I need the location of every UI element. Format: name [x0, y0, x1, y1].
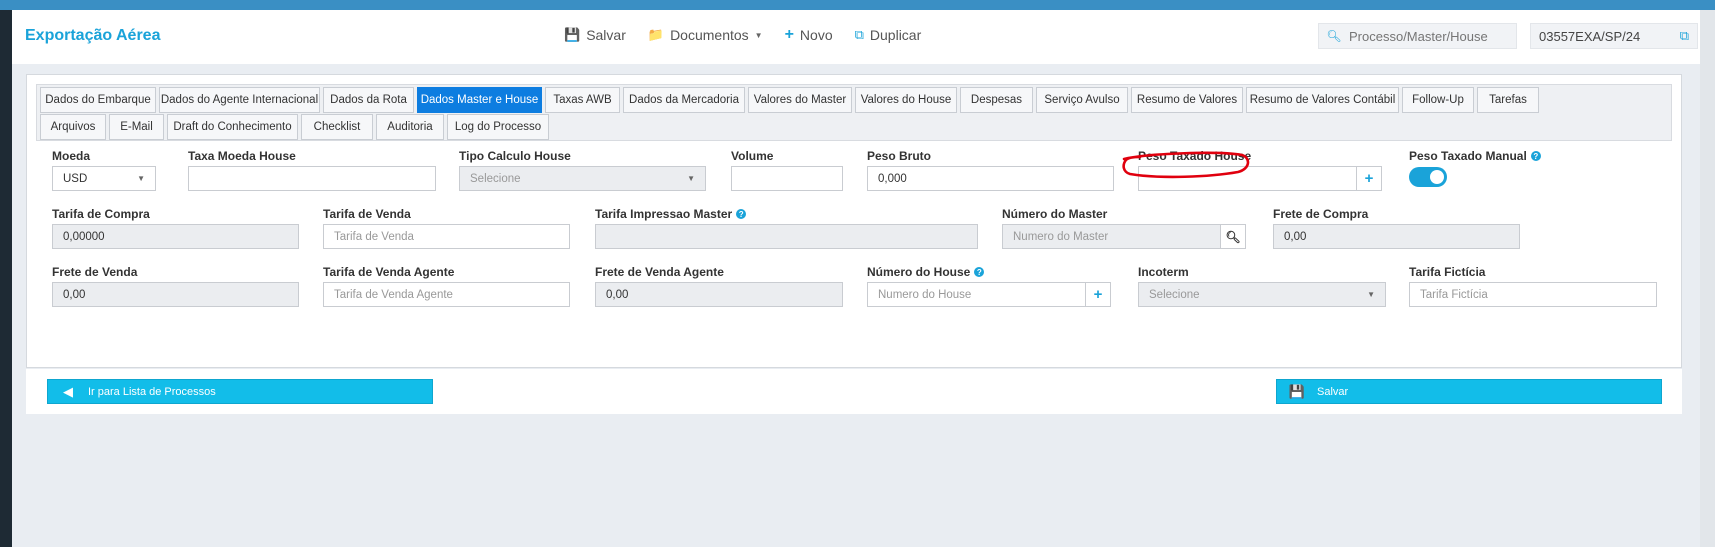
search-icon: 🔍︎ [1326, 29, 1342, 43]
peso-bruto-label: Peso Bruto [867, 149, 932, 163]
question-circle-icon: ? [974, 267, 985, 277]
incoterm-select[interactable]: Selecione ▼ [1138, 282, 1386, 307]
toggle-knob [1430, 170, 1444, 184]
form-panel: Dados do Embarque Dados do Agente Intern… [26, 74, 1682, 368]
plus-icon: + [784, 26, 794, 43]
copy-icon[interactable]: ⧉ [1680, 28, 1689, 44]
search-icon: 🔍︎ [1225, 229, 1241, 244]
tarifa-impressao-master-field [595, 224, 978, 249]
peso-taxado-manual-label: Peso Taxado Manual? [1409, 149, 1541, 163]
tab-dados-da-rota[interactable]: Dados da Rota [323, 87, 414, 113]
frete-venda-agente-label: Frete de Venda Agente [595, 265, 724, 279]
tab-taxas-awb[interactable]: Taxas AWB [545, 87, 620, 113]
process-number-field[interactable]: 03557EXA/SP/24 ⧉ [1530, 23, 1698, 49]
folder-icon: 📁 [647, 27, 665, 42]
new-button[interactable]: + Novo [785, 26, 833, 44]
tab-checklist[interactable]: Checklist [301, 114, 373, 140]
volume-label: Volume [731, 149, 774, 163]
caret-down-icon: ▼ [1367, 290, 1375, 299]
peso-bruto-input[interactable]: 0,000 [867, 166, 1114, 191]
tarifa-compra-label: Tarifa de Compra [52, 207, 150, 221]
tab-arquivos[interactable]: Arquivos [40, 114, 106, 140]
question-circle-icon: ? [1530, 151, 1541, 161]
tarifa-venda-input[interactable]: Tarifa de Venda [323, 224, 570, 249]
search-master-button[interactable]: 🔍︎ [1220, 224, 1246, 249]
save-button[interactable]: 💾 Salvar [1276, 379, 1662, 404]
tab-resumo-de-valores[interactable]: Resumo de Valores [1131, 87, 1243, 113]
right-scroll-area [1700, 10, 1715, 547]
tab-dados-do-embarque[interactable]: Dados do Embarque [40, 87, 156, 113]
tarifa-venda-agente-input[interactable]: Tarifa de Venda Agente [323, 282, 570, 307]
tipo-calculo-house-select[interactable]: Selecione ▼ [459, 166, 706, 191]
peso-taxado-house-input[interactable] [1138, 166, 1357, 191]
taxa-moeda-house-label: Taxa Moeda House [188, 149, 296, 163]
frete-venda-label: Frete de Venda [52, 265, 138, 279]
top-bar [0, 0, 1715, 10]
numero-master-field[interactable]: Numero do Master [1002, 224, 1221, 249]
frete-venda-field: 0,00 [52, 282, 299, 307]
tab-dados-da-mercadoria[interactable]: Dados da Mercadoria [623, 87, 745, 113]
numero-house-label: Número do House? [867, 265, 985, 279]
caret-down-icon: ▼ [754, 30, 763, 40]
copy-icon: ⧉ [854, 27, 864, 42]
process-search: 🔍︎ [1318, 23, 1517, 49]
save-toolbar-button[interactable]: 💾 Salvar [564, 26, 626, 44]
left-sidebar-strip [0, 10, 12, 547]
arrow-circle-left-icon: ◀ [63, 383, 73, 399]
tab-auditoria[interactable]: Auditoria [376, 114, 444, 140]
tarifa-venda-label: Tarifa de Venda [323, 207, 411, 221]
back-to-process-list-button[interactable]: ◀ Ir para Lista de Processos [47, 379, 433, 404]
documents-dropdown-button[interactable]: 📁 Documentos ▼ [648, 26, 763, 44]
moeda-select[interactable]: USD ▼ [52, 166, 156, 191]
tab-log-do-processo[interactable]: Log do Processo [447, 114, 549, 140]
numero-house-input[interactable]: Numero do House [867, 282, 1086, 307]
numero-master-label: Número do Master [1002, 207, 1108, 221]
add-peso-taxado-button[interactable]: + [1356, 166, 1382, 191]
floppy-disk-icon: 💾 [1288, 383, 1306, 399]
add-house-button[interactable]: + [1085, 282, 1111, 307]
tarifa-compra-field: 0,00000 [52, 224, 299, 249]
tab-e-mail[interactable]: E-Mail [109, 114, 164, 140]
tab-dados-do-agente-internacional[interactable]: Dados do Agente Internacional [159, 87, 320, 113]
frete-compra-label: Frete de Compra [1273, 207, 1369, 221]
incoterm-label: Incoterm [1138, 265, 1189, 279]
plus-icon: + [1364, 170, 1374, 187]
footer-bar: ◀ Ir para Lista de Processos 💾 Salvar [26, 369, 1682, 414]
tab-valores-do-house[interactable]: Valores do House [855, 87, 957, 113]
search-input[interactable] [1349, 28, 1514, 44]
tab-bar: Dados do Embarque Dados do Agente Intern… [36, 84, 1672, 141]
caret-down-icon: ▼ [137, 174, 145, 183]
tab-draft-do-conhecimento[interactable]: Draft do Conhecimento [167, 114, 298, 140]
tarifa-ficticia-input[interactable]: Tarifa Fictícia [1409, 282, 1657, 307]
floppy-disk-icon: 💾 [564, 27, 581, 42]
duplicate-button[interactable]: ⧉ Duplicar [855, 26, 922, 44]
page-header: Exportação Aérea 💾 Salvar 📁 Documentos ▼… [12, 10, 1700, 64]
tab-tarefas[interactable]: Tarefas [1477, 87, 1539, 113]
question-circle-icon: ? [736, 209, 747, 219]
tab-dados-master-e-house[interactable]: Dados Master e House [417, 87, 542, 113]
plus-icon: + [1093, 286, 1103, 303]
taxa-moeda-house-input[interactable] [188, 166, 436, 191]
moeda-label: Moeda [52, 149, 91, 163]
frete-compra-field: 0,00 [1273, 224, 1520, 249]
tab-resumo-de-valores-contabil[interactable]: Resumo de Valores Contábil [1246, 87, 1399, 113]
tarifa-ficticia-label: Tarifa Fictícia [1409, 265, 1486, 279]
tab-valores-do-master[interactable]: Valores do Master [748, 87, 852, 113]
frete-venda-agente-field: 0,00 [595, 282, 843, 307]
tab-follow-up[interactable]: Follow-Up [1402, 87, 1474, 113]
toolbar: 💾 Salvar 📁 Documentos ▼ + Novo ⧉ Duplica… [564, 26, 921, 44]
peso-taxado-house-label: Peso Taxado House [1138, 149, 1252, 163]
page-title: Exportação Aérea [25, 27, 161, 44]
tab-servico-avulso[interactable]: Serviço Avulso [1036, 87, 1128, 113]
volume-input[interactable] [731, 166, 843, 191]
peso-taxado-manual-toggle[interactable] [1409, 167, 1447, 187]
tarifa-venda-agente-label: Tarifa de Venda Agente [323, 265, 455, 279]
caret-down-icon: ▼ [687, 174, 695, 183]
tipo-calculo-house-label: Tipo Calculo House [459, 149, 571, 163]
tarifa-impressao-master-label: Tarifa Impressao Master? [595, 207, 747, 221]
tab-despesas[interactable]: Despesas [960, 87, 1033, 113]
